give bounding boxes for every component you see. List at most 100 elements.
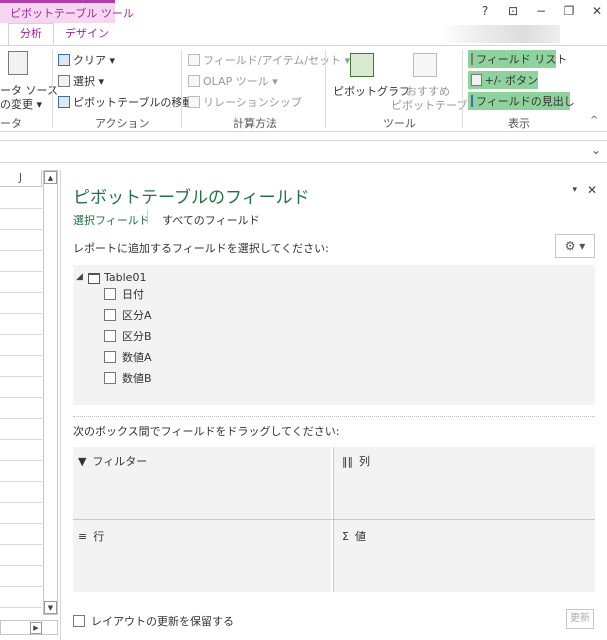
area-divider-horizontal <box>73 519 595 520</box>
field-label: 区分B <box>122 330 152 343</box>
pane-splitter[interactable] <box>73 416 595 417</box>
pane-menu-icon[interactable]: ▾ <box>572 185 577 195</box>
field-checkbox[interactable] <box>104 309 116 321</box>
group-separator <box>325 50 326 128</box>
formula-bar[interactable] <box>0 140 607 163</box>
scroll-right-arrow-icon[interactable]: ▶ <box>30 622 42 634</box>
recommended-pivottable-button-line2[interactable]: ピボットテーブル <box>391 97 478 113</box>
help-icon[interactable]: ? <box>479 4 491 20</box>
olap-label: OLAP ツール ▾ <box>203 75 278 88</box>
defer-checkbox[interactable] <box>73 615 85 627</box>
row-gridline <box>0 271 42 272</box>
field-item[interactable]: 区分B <box>104 328 152 344</box>
tools-gear-button[interactable]: ⚙ ▾ <box>555 234 595 258</box>
move-pivottable-button[interactable]: ピボットテーブルの移動 <box>58 94 193 110</box>
drag-instruction: 次のボックス間でフィールドをドラッグしてください: <box>73 425 340 438</box>
rows-area[interactable] <box>73 520 331 592</box>
row-gridline <box>0 523 42 524</box>
field-headers-toggle[interactable]: フィールドの見出し <box>468 92 575 110</box>
row-gridline <box>0 250 42 251</box>
defer-layout-update[interactable]: レイアウトの更新を保留する <box>73 613 234 629</box>
minimize-icon[interactable]: − <box>535 4 547 20</box>
field-checkbox[interactable] <box>104 288 116 300</box>
field-label: 区分A <box>122 309 152 322</box>
values-header: Σ値 <box>342 528 366 544</box>
field-item[interactable]: 日付 <box>104 286 144 302</box>
row-gridline <box>0 334 42 335</box>
row-gridline <box>0 586 42 587</box>
scroll-down-arrow-icon[interactable]: ▼ <box>44 601 57 614</box>
row-gridline <box>0 229 42 230</box>
field-checkbox[interactable] <box>104 372 116 384</box>
update-button[interactable]: 更新 <box>566 609 594 629</box>
field-checkbox[interactable] <box>104 351 116 363</box>
table-name[interactable]: Table01 <box>104 271 146 284</box>
plus-minus-buttons-toggle[interactable]: +/- ボタン <box>468 71 538 89</box>
row-gridline <box>0 376 42 377</box>
relationships-button[interactable]: リレーションシップ <box>188 94 302 110</box>
restore-icon[interactable]: ❐ <box>563 4 575 20</box>
field-headers-icon <box>471 95 473 107</box>
relationships-label: リレーションシップ <box>203 96 302 109</box>
plus-minus-label: +/- ボタン <box>484 74 538 87</box>
field-item[interactable]: 区分A <box>104 307 152 323</box>
row-gridline <box>0 313 42 314</box>
tree-expand-icon[interactable]: ◢ <box>76 272 83 282</box>
horizontal-scrollbar[interactable] <box>0 620 58 635</box>
rows-header: ≡ 行 <box>78 528 104 544</box>
pane-close-icon[interactable]: ✕ <box>587 183 597 197</box>
collapse-ribbon-icon[interactable]: ^ <box>590 115 598 126</box>
tab-design[interactable]: デザイン <box>60 23 114 45</box>
rows-icon: ≡ <box>78 529 88 543</box>
filters-header: ▼ フィルター <box>78 453 147 469</box>
plus-minus-icon <box>471 74 482 86</box>
row-gridline <box>0 481 42 482</box>
olap-tools-button[interactable]: OLAP ツール ▾ <box>188 73 278 89</box>
contextual-tab-label: ピボットテーブル ツール <box>10 7 134 20</box>
expand-formula-bar-icon[interactable]: ⌄ <box>591 143 601 157</box>
tab-analyze[interactable]: 分析 <box>8 23 54 45</box>
filter-icon: ▼ <box>78 454 87 468</box>
clear-button[interactable]: クリア ▾ <box>58 52 115 68</box>
row-gridline <box>0 418 42 419</box>
table-icon <box>88 273 100 284</box>
select-button[interactable]: 選択 ▾ <box>58 73 104 89</box>
field-list-toggle[interactable]: フィールド リスト <box>468 50 567 68</box>
select-icon <box>58 75 70 87</box>
vertical-scrollbar[interactable] <box>43 170 58 615</box>
columns-icon: ‖‖ <box>342 454 353 468</box>
row-gridline <box>0 607 42 608</box>
close-window-icon[interactable]: ✕ <box>591 4 603 20</box>
field-instruction: レポートに追加するフィールドを選択してください: <box>73 242 329 255</box>
olap-icon <box>188 75 200 87</box>
select-label: 選択 ▾ <box>73 75 105 88</box>
row-gridline <box>0 397 42 398</box>
rows-label: 行 <box>93 530 105 543</box>
values-area[interactable] <box>334 520 595 592</box>
columns-label: 列 <box>359 455 370 468</box>
field-checkbox[interactable] <box>104 330 116 342</box>
scroll-up-arrow-icon[interactable]: ▲ <box>44 171 57 184</box>
change-data-source-button-line2[interactable]: の変更 ▾ <box>0 96 42 112</box>
tab-design-label: デザイン <box>65 27 109 40</box>
column-header-j[interactable]: J <box>0 170 42 187</box>
field-label: 数値A <box>122 351 152 364</box>
sigma-icon: Σ <box>342 529 349 543</box>
tab-all-fields[interactable]: すべてのフィールド <box>162 212 260 228</box>
columns-area[interactable] <box>334 447 595 519</box>
clear-label: クリア ▾ <box>73 54 116 67</box>
ribbon-display-icon[interactable]: ⊡ <box>507 4 519 20</box>
field-label: 数値B <box>122 372 152 385</box>
group-separator <box>181 50 182 128</box>
blurred-user-area <box>440 25 560 43</box>
field-item[interactable]: 数値B <box>104 370 152 386</box>
tab-selected-fields[interactable]: 選択フィールド <box>73 212 150 228</box>
tools-group-label: ツール <box>383 117 416 130</box>
tab-divider <box>147 210 148 224</box>
recommended-pivottable-icon <box>413 53 437 77</box>
clear-icon <box>58 54 70 66</box>
field-item[interactable]: 数値A <box>104 349 152 365</box>
field-label: 日付 <box>122 288 144 301</box>
row-gridline <box>0 355 42 356</box>
change-data-source-icon <box>8 51 28 75</box>
